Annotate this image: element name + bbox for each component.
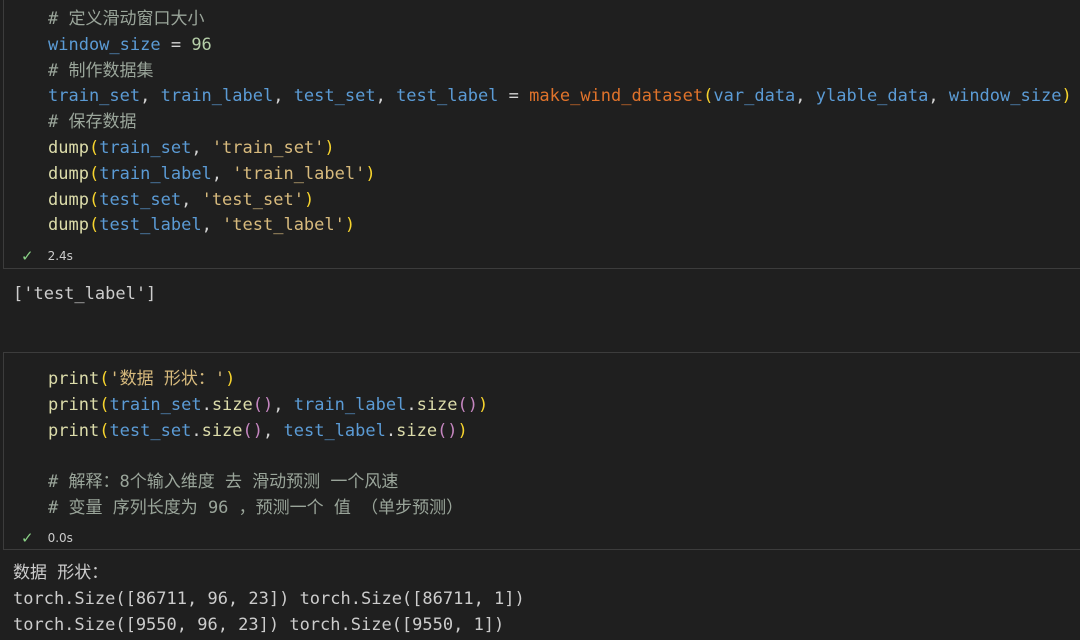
execution-status-1: ✓ 2.4s	[21, 247, 73, 265]
code-editor-1[interactable]: # 定义滑动窗口大小 window_size = 96 # 制作数据集 train_s…	[48, 7, 1072, 239]
code-line: # 保存数据	[48, 112, 137, 133]
cell-output-1: ['test_label']	[13, 284, 157, 304]
code-line: # 制作数据集	[48, 60, 154, 81]
code-line: print('数据 形状：')	[48, 369, 236, 389]
execution-time: 0.0s	[47, 531, 73, 545]
execution-time: 2.4s	[47, 249, 73, 263]
code-line: dump(test_label, 'test_label')	[48, 215, 356, 236]
code-cell-1[interactable]: # 定义滑动窗口大小 window_size = 96 # 制作数据集 train_s…	[3, 0, 1080, 269]
code-line: # 定义滑动窗口大小	[48, 9, 205, 29]
code-line: dump(test_set, 'test_set')	[48, 189, 315, 210]
cell-output-2: 数据 形状： torch.Size([86711, 96, 23]) torch.…	[13, 561, 525, 638]
output-line: torch.Size([9550, 96, 23]) torch.Size([9…	[13, 614, 505, 635]
code-cell-2[interactable]: print('数据 形状：') print(train_set.size(), t…	[3, 352, 1080, 550]
code-line: dump(train_label, 'train_label')	[48, 163, 376, 184]
code-line: # 解释：8个输入维度 去 滑动预测 一个风速	[48, 472, 399, 493]
code-line: print(test_set.size(), test_label.size()…	[48, 420, 468, 441]
execution-status-2: ✓ 0.0s	[21, 529, 73, 547]
code-line: train_set, train_label, test_set, test_l…	[48, 86, 1072, 107]
output-line: 数据 形状：	[13, 563, 109, 583]
code-line: dump(train_set, 'train_set')	[48, 137, 335, 158]
code-line: print(train_set.size(), train_label.size…	[48, 394, 489, 415]
check-icon: ✓	[21, 529, 34, 547]
code-line: window_size = 96	[48, 34, 212, 55]
code-editor-2[interactable]: print('数据 形状：') print(train_set.size(), t…	[48, 367, 488, 522]
check-icon: ✓	[21, 247, 34, 265]
output-line: torch.Size([86711, 96, 23]) torch.Size([…	[13, 588, 525, 609]
code-line: # 变量 序列长度为 96 ，预测一个 值 （单步预测）	[48, 497, 464, 518]
